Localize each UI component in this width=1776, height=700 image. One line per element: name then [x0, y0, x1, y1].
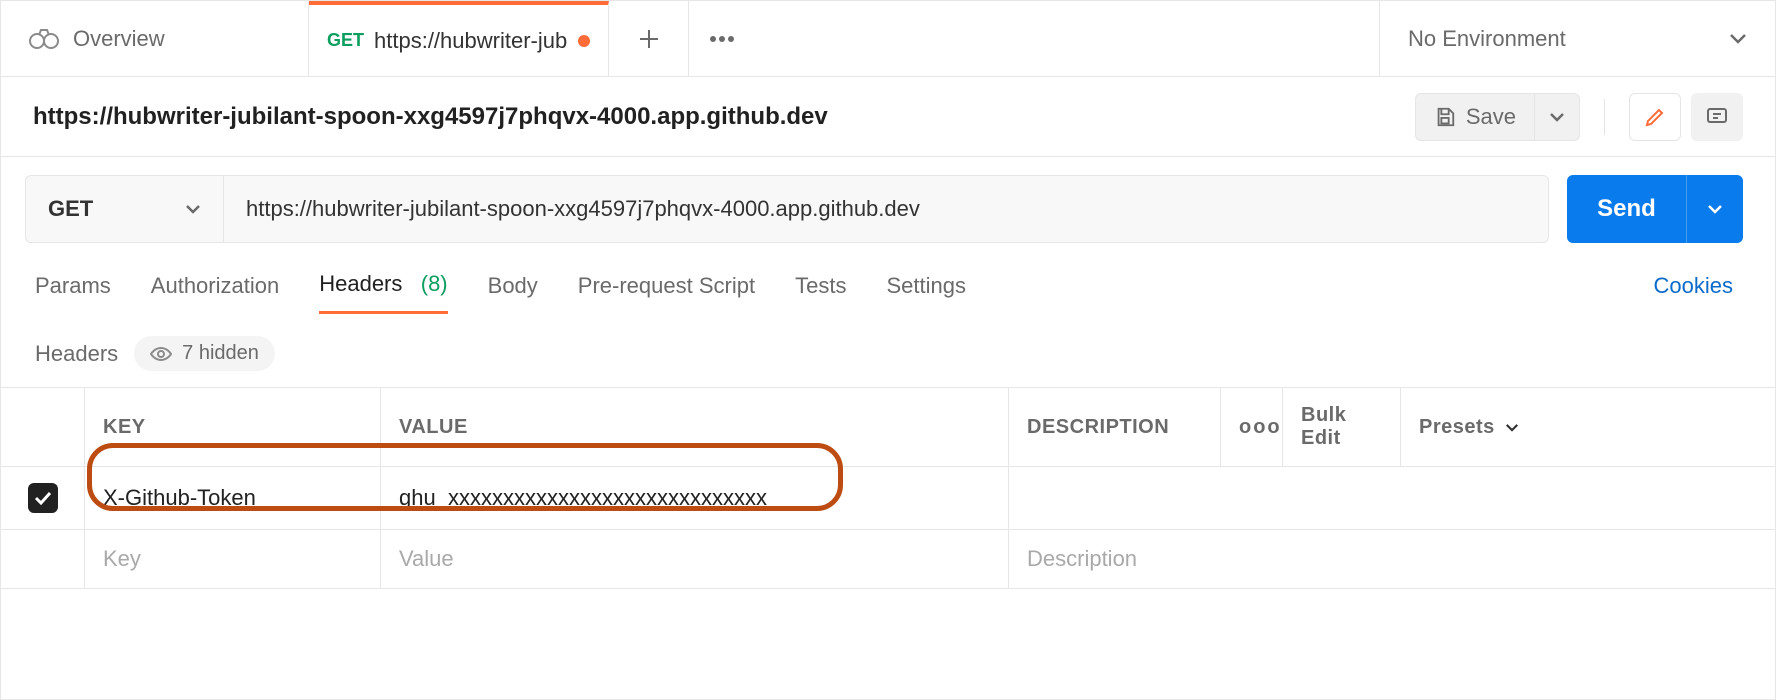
row-checkbox[interactable]	[28, 483, 58, 513]
col-more[interactable]: ooo	[1221, 388, 1283, 466]
col-key: KEY	[85, 388, 381, 466]
plus-icon	[637, 27, 661, 51]
more-horizontal-icon	[709, 35, 735, 43]
tab-authorization[interactable]: Authorization	[151, 273, 279, 313]
table-row: X-Github-Token ghu_xxxxxxxxxxxxxxxxxxxxx…	[1, 467, 1775, 530]
separator	[1604, 99, 1605, 135]
tab-overview[interactable]: Overview	[1, 1, 309, 76]
http-method-select[interactable]: GET	[26, 176, 224, 242]
table-row-new[interactable]: Key Value Description	[1, 530, 1775, 589]
save-button[interactable]: Save	[1415, 93, 1534, 141]
pencil-icon	[1643, 105, 1667, 129]
save-button-group: Save	[1415, 93, 1580, 141]
environment-select[interactable]: No Environment	[1379, 1, 1775, 76]
table-header-row: KEY VALUE DESCRIPTION ooo Bulk Edit Pres…	[1, 388, 1775, 467]
header-description-cell[interactable]	[1009, 467, 1553, 529]
comment-icon	[1705, 105, 1729, 129]
request-line: GET https://hubwriter-jubilant-spoon-xxg…	[25, 175, 1549, 243]
header-value-cell[interactable]: ghu_xxxxxxxxxxxxxxxxxxxxxxxxxxxxx	[381, 467, 1009, 529]
environment-label: No Environment	[1408, 26, 1566, 52]
tab-overview-label: Overview	[73, 26, 165, 52]
presets-label: Presets	[1419, 416, 1495, 439]
chevron-down-icon	[1729, 33, 1747, 45]
eye-icon	[150, 346, 172, 362]
tab-headers-count: (8)	[421, 271, 448, 296]
tab-headers-label: Headers	[319, 271, 402, 296]
send-button[interactable]: Send	[1567, 175, 1687, 243]
comments-button[interactable]	[1691, 93, 1743, 141]
tab-headers[interactable]: Headers (8)	[319, 271, 447, 314]
save-dropdown[interactable]	[1534, 93, 1580, 141]
header-key-cell[interactable]: X-Github-Token	[85, 467, 381, 529]
cookies-link[interactable]: Cookies	[1654, 273, 1733, 313]
chevron-down-icon	[185, 204, 201, 214]
request-name: https://hubwriter-jubilant-spoon-xxg4597…	[33, 103, 828, 131]
bulk-edit-link[interactable]: Bulk Edit	[1283, 388, 1401, 466]
send-dropdown[interactable]	[1687, 175, 1743, 243]
url-input[interactable]: https://hubwriter-jubilant-spoon-xxg4597…	[224, 176, 1548, 242]
tab-request[interactable]: GET https://hubwriter-jubila	[309, 1, 609, 76]
tabs-more-button[interactable]	[689, 1, 735, 76]
headers-table: KEY VALUE DESCRIPTION ooo Bulk Edit Pres…	[1, 387, 1775, 589]
headers-section-label: Headers	[35, 341, 118, 367]
tab-settings[interactable]: Settings	[886, 273, 966, 313]
presets-dropdown[interactable]: Presets	[1401, 388, 1553, 466]
new-tab-button[interactable]	[609, 1, 689, 76]
tab-prerequest[interactable]: Pre-request Script	[578, 273, 755, 313]
tab-request-title: https://hubwriter-jubila	[374, 28, 568, 54]
tab-body[interactable]: Body	[488, 273, 538, 313]
tab-params[interactable]: Params	[35, 273, 111, 313]
binoculars-icon	[29, 27, 59, 51]
url-value: https://hubwriter-jubilant-spoon-xxg4597…	[246, 196, 920, 222]
send-label: Send	[1597, 195, 1656, 223]
method-label: GET	[48, 196, 93, 222]
hidden-headers-toggle[interactable]: 7 hidden	[134, 336, 275, 371]
header-value-placeholder[interactable]: Value	[381, 530, 1009, 588]
header-key-placeholder[interactable]: Key	[85, 530, 381, 588]
header-description-placeholder[interactable]: Description	[1009, 530, 1553, 588]
tab-tests[interactable]: Tests	[795, 273, 846, 313]
save-icon	[1434, 106, 1456, 128]
more-horizontal-icon: ooo	[1239, 416, 1282, 439]
edit-button[interactable]	[1629, 93, 1681, 141]
unsaved-dot-icon	[578, 35, 590, 47]
col-value: VALUE	[381, 388, 1009, 466]
save-label: Save	[1466, 104, 1516, 130]
hidden-headers-label: 7 hidden	[182, 342, 259, 365]
tab-request-method: GET	[327, 30, 364, 51]
col-description: DESCRIPTION	[1009, 388, 1221, 466]
